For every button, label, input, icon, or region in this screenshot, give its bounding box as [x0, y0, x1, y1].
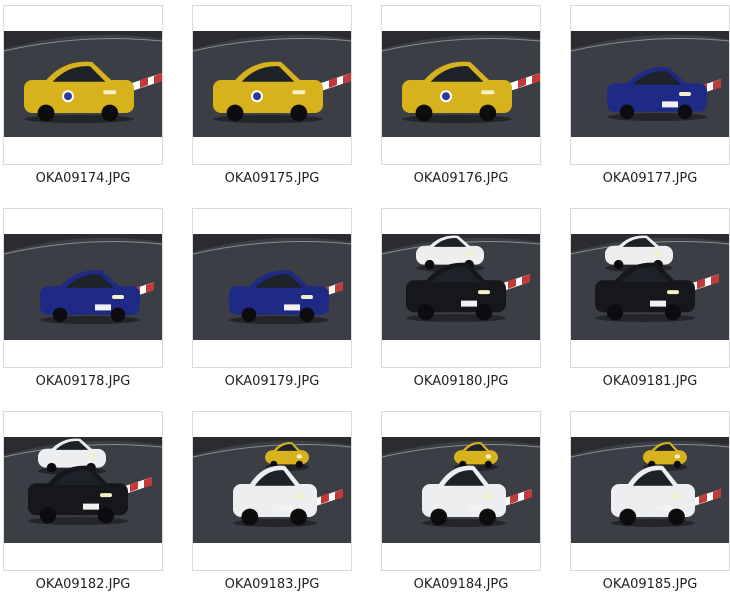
- thumbnail-filename: OKA09179.JPG: [224, 374, 320, 389]
- thumbnail-filename: OKA09174.JPG: [35, 171, 131, 186]
- thumbnail-image[interactable]: [193, 437, 351, 543]
- thumbnail-frame[interactable]: [381, 5, 541, 165]
- thumbnail-grid: OKA09174.JPG OKA09175.JPG OKA09176.JPG O…: [0, 0, 730, 610]
- thumbnail-image[interactable]: [193, 31, 351, 137]
- thumbnail-frame[interactable]: [570, 411, 730, 571]
- thumbnail-image[interactable]: [571, 31, 729, 137]
- thumbnail-filename: OKA09176.JPG: [413, 171, 509, 186]
- thumbnail-frame[interactable]: [381, 208, 541, 368]
- thumbnail-frame[interactable]: [192, 5, 352, 165]
- thumbnail-frame[interactable]: [192, 411, 352, 571]
- thumbnail-image[interactable]: [4, 437, 162, 543]
- thumbnail-filename: OKA09175.JPG: [224, 171, 320, 186]
- thumbnail-image[interactable]: [382, 437, 540, 543]
- thumbnail-filename: OKA09181.JPG: [602, 374, 698, 389]
- thumbnail-frame[interactable]: [381, 411, 541, 571]
- thumbnail-filename: OKA09182.JPG: [35, 577, 131, 592]
- thumbnail-filename: OKA09183.JPG: [224, 577, 320, 592]
- thumbnail-frame[interactable]: [3, 411, 163, 571]
- thumbnail-image[interactable]: [4, 31, 162, 137]
- thumbnail-image[interactable]: [382, 31, 540, 137]
- thumbnail-frame[interactable]: [3, 5, 163, 165]
- thumbnail-frame[interactable]: [570, 208, 730, 368]
- thumbnail-filename: OKA09180.JPG: [413, 374, 509, 389]
- thumbnail-image[interactable]: [4, 234, 162, 340]
- thumbnail-filename: OKA09177.JPG: [602, 171, 698, 186]
- thumbnail-frame[interactable]: [3, 208, 163, 368]
- thumbnail-filename: OKA09184.JPG: [413, 577, 509, 592]
- thumbnail-image[interactable]: [193, 234, 351, 340]
- thumbnail-image[interactable]: [382, 234, 540, 340]
- thumbnail-filename: OKA09178.JPG: [35, 374, 131, 389]
- thumbnail-frame[interactable]: [192, 208, 352, 368]
- thumbnail-image[interactable]: [571, 234, 729, 340]
- thumbnail-image[interactable]: [571, 437, 729, 543]
- thumbnail-filename: OKA09185.JPG: [602, 577, 698, 592]
- thumbnail-frame[interactable]: [570, 5, 730, 165]
